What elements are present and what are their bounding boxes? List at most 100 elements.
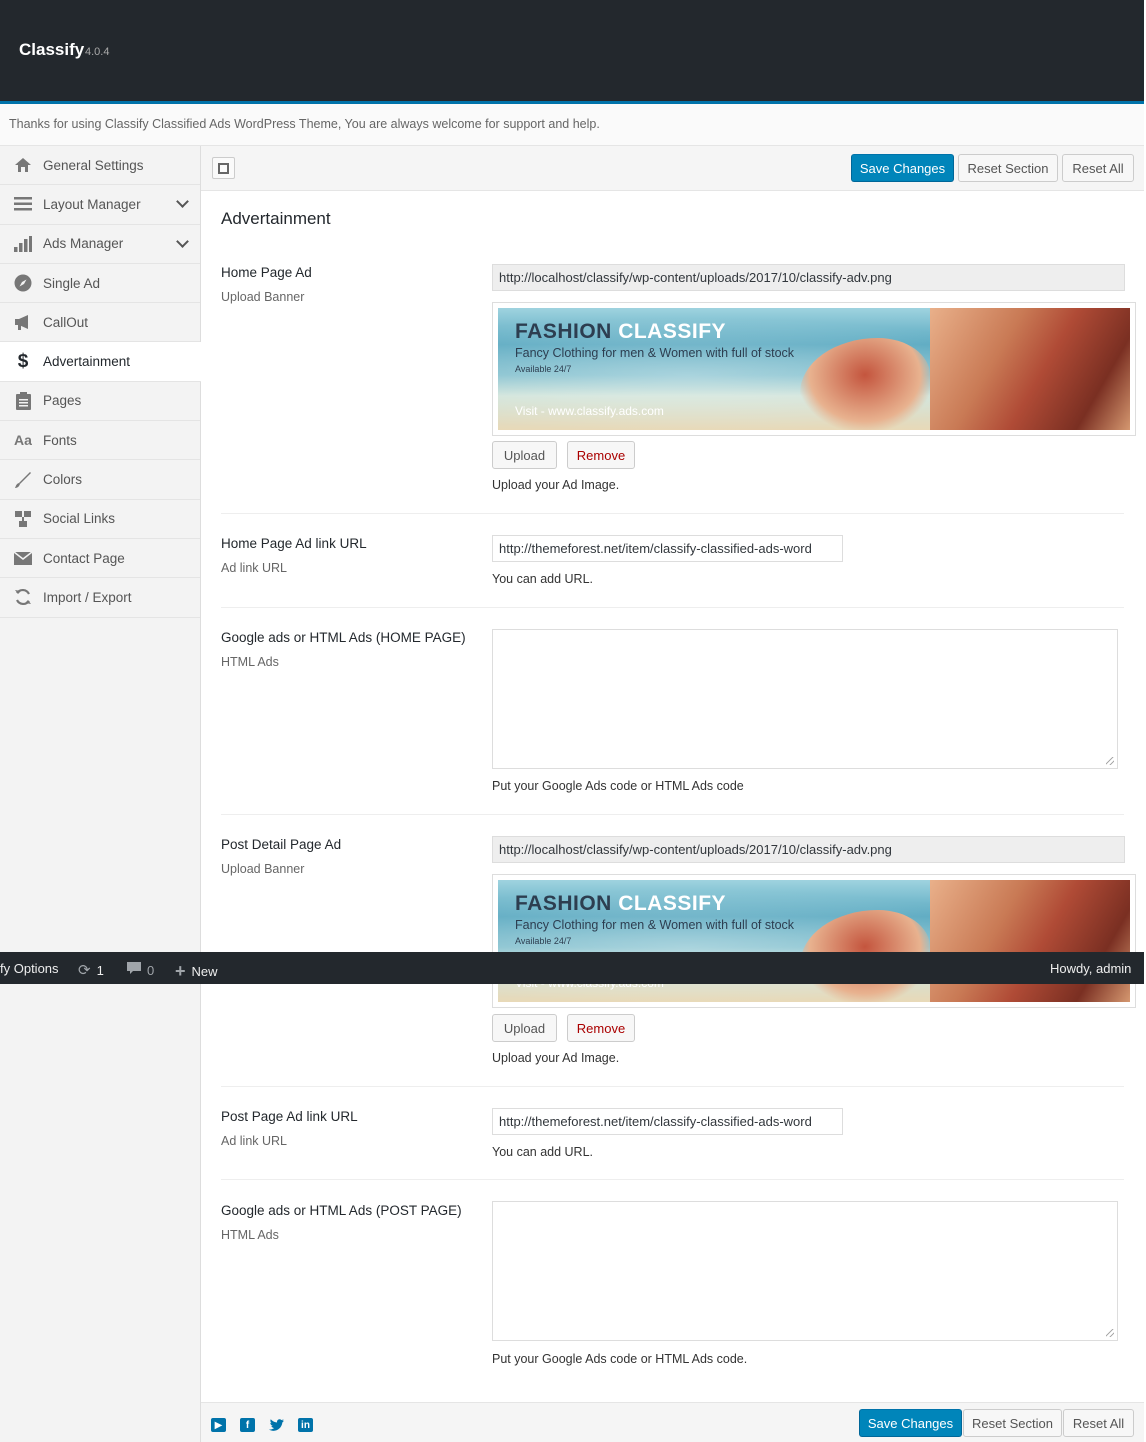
- options-sidebar: General Settings Layout Manager Ads Mana…: [0, 146, 201, 1442]
- options-content: Save Changes Reset Section Reset All Adv…: [201, 146, 1144, 1442]
- home-link-input[interactable]: http://themeforest.net/item/classify-cla…: [492, 535, 843, 562]
- home-ad-url-field[interactable]: http://localhost/classify/wp-content/upl…: [492, 264, 1125, 291]
- sidebar-item-general-settings[interactable]: General Settings: [0, 146, 200, 186]
- dollar-icon: $: [17, 350, 29, 372]
- home-link-label: Home Page Ad link URL: [221, 536, 367, 551]
- home-html-textarea[interactable]: [492, 629, 1118, 769]
- sidebar-item-label: Colors: [43, 472, 83, 488]
- post-ad-desc: Upload Banner: [221, 862, 305, 876]
- divider: [221, 814, 1124, 815]
- post-link-desc: Ad link URL: [221, 1134, 287, 1148]
- sidebar-item-layout-manager[interactable]: Layout Manager: [0, 185, 200, 225]
- post-link-input[interactable]: http://themeforest.net/item/classify-cla…: [492, 1108, 843, 1135]
- sidebar-item-label: Social Links: [43, 511, 116, 527]
- compass-icon: [13, 273, 33, 293]
- sidebar-item-label: Fonts: [43, 432, 77, 448]
- sidebar-item-label: General Settings: [43, 157, 144, 173]
- font-icon: Aa: [14, 432, 32, 449]
- home-html-desc: HTML Ads: [221, 655, 279, 669]
- bottom-toolbar: ▶ f in Save Changes Reset Section Reset …: [201, 1402, 1144, 1442]
- banner-availability: Available 24/7: [515, 936, 572, 946]
- expand-options-button[interactable]: [212, 157, 235, 179]
- admin-bar-options-link[interactable]: fy Options: [0, 961, 59, 976]
- howdy-label: Howdy, admin: [1050, 961, 1132, 976]
- intro-notice: Thanks for using Classify Classified Ads…: [0, 104, 1144, 146]
- sidebar-item-ads-manager[interactable]: Ads Manager: [0, 225, 200, 264]
- sidebar-item-social-links[interactable]: Social Links: [0, 500, 200, 539]
- post-link-help: You can add URL.: [492, 1145, 594, 1159]
- save-changes-button[interactable]: Save Changes: [851, 154, 954, 182]
- list-icon: [13, 194, 33, 214]
- resize-grip-icon[interactable]: [1106, 757, 1114, 765]
- divider: [221, 1086, 1124, 1087]
- sidebar-item-label: Single Ad: [43, 275, 101, 291]
- updates-count: 1: [96, 962, 104, 978]
- twitter-icon[interactable]: [269, 1418, 284, 1432]
- home-icon: [13, 155, 33, 175]
- sidebar-item-callout[interactable]: CallOut: [0, 303, 200, 343]
- home-ad-upload-button[interactable]: Upload: [492, 441, 557, 469]
- home-ad-remove-button[interactable]: Remove: [567, 441, 635, 469]
- footer-save-changes-button[interactable]: Save Changes: [859, 1409, 962, 1437]
- clipboard-icon: [13, 391, 33, 411]
- banner-title: FASHION CLASSIFY: [515, 320, 727, 343]
- home-ad-label: Home Page Ad: [221, 265, 312, 280]
- sidebar-item-contact-page[interactable]: Contact Page: [0, 539, 200, 579]
- post-html-textarea[interactable]: [492, 1201, 1118, 1341]
- sidebar-item-pages[interactable]: Pages: [0, 382, 200, 422]
- home-ad-desc: Upload Banner: [221, 290, 305, 304]
- admin-bar-account[interactable]: Howdy, admin: [1050, 961, 1131, 976]
- footer-reset-all-button[interactable]: Reset All: [1063, 1409, 1134, 1437]
- network-icon: [13, 509, 33, 529]
- section-title: Advertainment: [221, 209, 331, 228]
- post-html-help: Put your Google Ads code or HTML Ads cod…: [492, 1352, 748, 1366]
- sidebar-item-fonts[interactable]: Aa Fonts: [0, 421, 200, 461]
- ad-banner-image: FASHION CLASSIFY Fancy Clothing for men …: [498, 308, 1130, 430]
- facebook-icon[interactable]: f: [240, 1418, 255, 1432]
- sidebar-item-import-export[interactable]: Import / Export: [0, 578, 200, 618]
- post-html-label: Google ads or HTML Ads (POST PAGE): [221, 1203, 462, 1218]
- resize-grip-icon[interactable]: [1106, 1329, 1114, 1337]
- banner-subtitle: Fancy Clothing for men & Women with full…: [515, 346, 795, 360]
- brand-name: Classify: [19, 40, 85, 59]
- comment-icon: [127, 961, 141, 979]
- divider: [221, 513, 1124, 514]
- linkedin-icon[interactable]: in: [298, 1418, 313, 1432]
- divider: [221, 607, 1124, 608]
- post-ad-upload-button[interactable]: Upload: [492, 1014, 557, 1042]
- banner-availability: Available 24/7: [515, 364, 572, 374]
- footer-reset-section-button[interactable]: Reset Section: [963, 1409, 1062, 1437]
- divider: [221, 1179, 1124, 1180]
- plus-icon: +: [175, 961, 186, 981]
- admin-bar: fy Options ⟳ 1 0 + New Howdy, admin: [0, 952, 1146, 984]
- admin-bar-new[interactable]: + New: [175, 961, 218, 982]
- banner-subtitle: Fancy Clothing for men & Women with full…: [515, 918, 795, 932]
- home-link-help: You can add URL.: [492, 572, 594, 586]
- expand-icon: [218, 162, 229, 174]
- sidebar-item-advertainment[interactable]: $ Advertainment: [0, 342, 201, 382]
- brush-icon: [13, 470, 33, 490]
- post-html-desc: HTML Ads: [221, 1228, 279, 1242]
- reset-section-button[interactable]: Reset Section: [958, 154, 1058, 182]
- reset-all-button[interactable]: Reset All: [1062, 154, 1134, 182]
- sidebar-item-single-ad[interactable]: Single Ad: [0, 264, 200, 304]
- home-html-label: Google ads or HTML Ads (HOME PAGE): [221, 630, 466, 645]
- top-toolbar: Save Changes Reset Section Reset All: [201, 146, 1144, 191]
- admin-bar-updates[interactable]: ⟳ 1: [78, 961, 104, 979]
- admin-bar-comments[interactable]: 0: [127, 961, 154, 979]
- sidebar-item-label: Import / Export: [43, 589, 132, 605]
- chevron-down-icon: [176, 234, 189, 248]
- post-ad-preview: FASHION CLASSIFY Fancy Clothing for men …: [492, 874, 1136, 1008]
- youtube-icon[interactable]: ▶: [211, 1418, 226, 1432]
- post-ad-label: Post Detail Page Ad: [221, 837, 342, 852]
- home-html-help: Put your Google Ads code or HTML Ads cod…: [492, 779, 744, 793]
- post-ad-remove-button[interactable]: Remove: [567, 1014, 635, 1042]
- comments-count: 0: [147, 962, 155, 978]
- options-header: Classify 4.0.4: [0, 0, 1144, 104]
- sidebar-item-colors[interactable]: Colors: [0, 460, 200, 500]
- sidebar-item-label: Advertainment: [43, 354, 131, 370]
- megaphone-icon: [13, 312, 33, 332]
- refresh-icon: [13, 587, 33, 607]
- post-ad-url-field[interactable]: http://localhost/classify/wp-content/upl…: [492, 836, 1125, 863]
- sidebar-item-label: Contact Page: [43, 550, 125, 566]
